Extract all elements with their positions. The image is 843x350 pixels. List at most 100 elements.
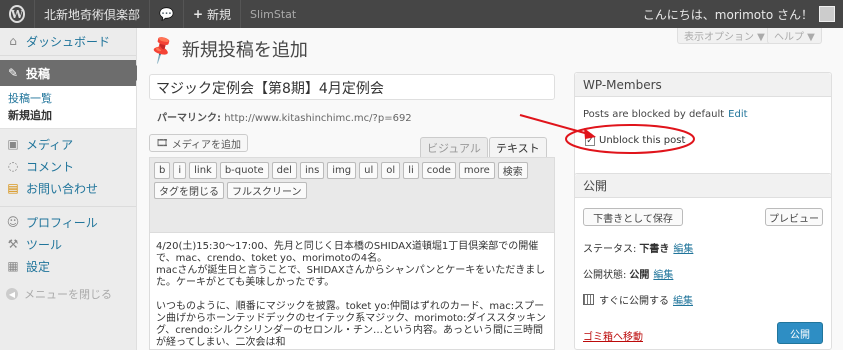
quicktags-row: タグを閉じる フルスクリーン [154, 182, 550, 199]
quicktag-button[interactable]: ul [359, 162, 379, 179]
status-value: 下書き [639, 244, 670, 255]
menu-separator [0, 52, 136, 56]
content-paragraph: 4/20(土)15:30～17:00、先月と同じく日本橋のSHIDAX道頓堀1丁… [156, 241, 546, 288]
wp-logo-glyph: W [8, 5, 26, 23]
users-icon: ☺ [6, 215, 20, 229]
sidebar-item-tools[interactable]: ⚒ ツール [0, 233, 136, 255]
sidebar-item-media[interactable]: ▣ メディア [0, 133, 136, 155]
plus-icon: + [192, 7, 204, 21]
account-menu[interactable]: こんにちは、morimoto さん！ [634, 0, 843, 28]
page-title: 新規投稿を追加 [181, 40, 308, 61]
quicktag-button[interactable]: i [173, 162, 187, 179]
preview-button[interactable]: プレビュー [765, 208, 823, 226]
collapse-arrow-icon: ◀ [6, 288, 18, 300]
visibility-label: 公開状態: [583, 270, 627, 281]
unblock-post-option[interactable]: ✓ Unblock this post [585, 135, 685, 146]
quicktag-button[interactable]: ins [299, 162, 325, 179]
quicktag-button[interactable]: ol [381, 162, 401, 179]
unblock-label: Unblock this post [599, 135, 686, 146]
media-icon: ▣ [7, 137, 19, 151]
pushpin-icon: 📌 [144, 32, 179, 66]
sidebar-item-posts[interactable]: ✎ 投稿 [0, 60, 144, 86]
move-to-trash-link[interactable]: ゴミ箱へ移動 [583, 328, 643, 343]
comment-icon: ◌ [7, 159, 19, 173]
quicktag-button[interactable]: code [421, 162, 456, 179]
sidebar-item-comments[interactable]: ◌ コメント [0, 155, 136, 177]
sidebar-item-label: ダッシュボード [26, 34, 111, 49]
quicktag-button[interactable]: フルスクリーン [227, 182, 307, 199]
tools-icon: ⚒ [7, 237, 19, 251]
edit-link[interactable]: Edit [728, 109, 747, 120]
tab-text[interactable]: テキスト [489, 137, 547, 157]
add-media-label: メディアを追加 [171, 139, 242, 151]
quicktag-button[interactable]: del [271, 162, 297, 179]
content-paragraph: いつものように、順番にマジックを披露。toket yo:仲間はずれのカード、ma… [156, 301, 546, 348]
media-camera-icon: 🎞 [156, 137, 169, 149]
posts-submenu: 投稿一覧 新規追加 [0, 86, 136, 129]
post-content-editor[interactable]: 4/20(土)15:30～17:00、先月と同じく日本橋のSHIDAX道頓堀1丁… [149, 233, 555, 350]
wp-members-title: WP-Members [575, 73, 831, 97]
quicktag-button[interactable]: b [154, 162, 171, 179]
schedule-row: すぐに公開する 編集 [583, 292, 693, 307]
sidebar-item-dashboard[interactable]: ⌂ ダッシュボード [0, 30, 136, 52]
quicktag-button[interactable]: link [189, 162, 217, 179]
quicktag-button[interactable]: タグを閉じる [154, 182, 224, 199]
contact-form-icon: ▤ [7, 181, 19, 195]
slimstat-link[interactable]: SlimStat [241, 0, 305, 28]
site-name-link[interactable]: 北新地奇術倶楽部 [35, 0, 149, 28]
tab-visual[interactable]: ビジュアル [420, 137, 488, 157]
permalink-label: パーマリンク: [157, 113, 221, 124]
wordpress-logo-icon[interactable]: W [0, 0, 34, 28]
new-content-button[interactable]: + 新規 [184, 0, 240, 28]
schedule-edit-link[interactable]: 編集 [673, 292, 693, 307]
submenu-item-posts-list[interactable]: 投稿一覧 [8, 90, 136, 107]
status-edit-link[interactable]: 編集 [673, 240, 693, 255]
quicktag-button[interactable]: li [403, 162, 419, 179]
sidebar-item-profile[interactable]: ☺ プロフィール [0, 211, 136, 233]
sidebar-item-label: 設定 [26, 259, 51, 274]
quicktags-toolbar: b i link b-quote del ins img ul ol li code more 検索 タ… [149, 157, 555, 233]
sidebar-item-contact[interactable]: ▤ お問い合わせ [0, 177, 136, 199]
page-heading: 📌 新規投稿を追加 [145, 32, 308, 65]
sidebar-item-label: 投稿 [26, 66, 51, 81]
publish-button[interactable]: 公開 [777, 322, 823, 344]
status-label: ステータス: [583, 244, 637, 255]
help-button[interactable]: ヘルプ ▼ [767, 28, 822, 44]
submenu-item-add-new[interactable]: 新規追加 [8, 107, 136, 124]
publish-box-title: 公開 [575, 174, 831, 198]
sidebar-item-label: ツール [26, 237, 63, 252]
add-media-button[interactable]: 🎞 メディアを追加 [149, 134, 249, 152]
sidebar-item-label: コメント [26, 159, 75, 174]
main-content: 表示オプション ▼ ヘルプ ▼ 📌 新規投稿を追加 マジック定例会【第8期】4月… [137, 28, 843, 350]
quicktag-button[interactable]: img [327, 162, 357, 179]
new-content-label: 新規 [207, 7, 232, 22]
quicktag-button[interactable]: 検索 [497, 162, 528, 179]
quicktag-button[interactable]: more [458, 162, 495, 179]
menu-separator [0, 199, 136, 207]
sidebar-item-settings[interactable]: ▦ 設定 [0, 255, 136, 277]
blocked-default-text: Posts are blocked by default [583, 109, 725, 120]
avatar[interactable] [819, 6, 835, 22]
quicktag-button[interactable]: b-quote [219, 162, 269, 179]
publish-box: 公開 下書きとして保存 プレビュー ステータス: 下書き 編集 公開状態: 公開 編集 … [574, 173, 832, 350]
schedule-label: すぐに公開する [599, 296, 669, 307]
screen-options-button[interactable]: 表示オプション ▼ [677, 28, 772, 44]
post-title-input[interactable]: マジック定例会【第8期】4月定例会 [149, 74, 555, 100]
visibility-value: 公開 [629, 270, 650, 281]
calendar-icon [583, 294, 594, 305]
sidebar-item-label: お問い合わせ [26, 181, 99, 196]
sidebar-item-label: プロフィール [26, 215, 98, 230]
sidebar-item-label: メディア [26, 137, 74, 152]
collapse-menu-button[interactable]: ◀ メニューを閉じる [0, 283, 136, 305]
quicktags-row: b i link b-quote del ins img ul ol li code more 検索 [154, 162, 550, 179]
admin-bar: W 北新地奇術倶楽部 💬 + 新規 SlimStat こんにちは、morimoto… [0, 0, 843, 28]
comments-icon[interactable]: 💬 [150, 0, 183, 28]
save-draft-button[interactable]: 下書きとして保存 [583, 208, 683, 226]
greeting-text[interactable]: こんにちは、morimoto さん！ [634, 0, 813, 28]
permalink-url[interactable]: http://www.kitashinchimc.mc/?p=692 [224, 113, 411, 124]
visibility-row: 公開状態: 公開 編集 [583, 266, 673, 281]
unblock-checkbox[interactable]: ✓ [585, 135, 595, 146]
admin-sidebar: ⌂ ダッシュボード ✎ 投稿 投稿一覧 新規追加 ▣ メディア ◌ コメント ▤… [0, 28, 144, 350]
collapse-label: メニューを閉じる [24, 288, 112, 301]
visibility-edit-link[interactable]: 編集 [653, 266, 673, 281]
